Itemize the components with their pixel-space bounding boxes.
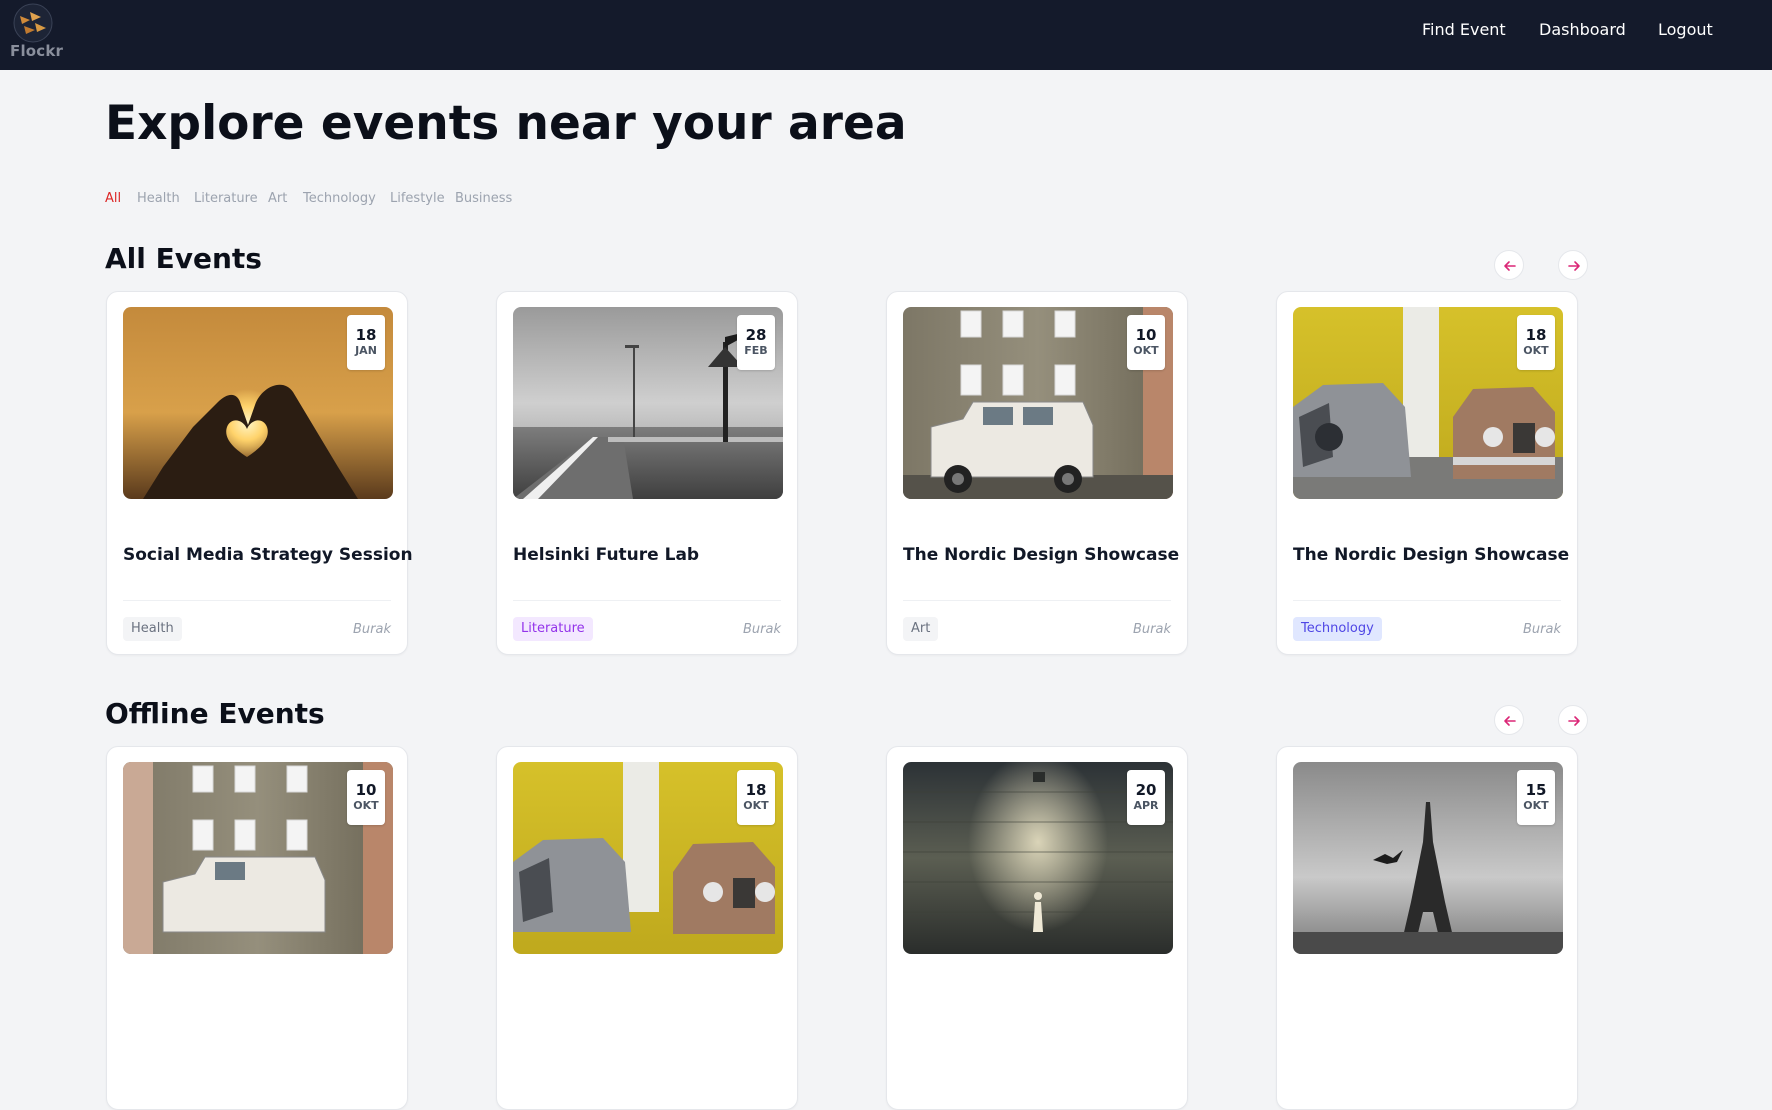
- event-tag: Technology: [1293, 617, 1382, 641]
- event-card[interactable]: 15 OKT: [1276, 746, 1578, 1110]
- nav-find-event[interactable]: Find Event: [1422, 20, 1506, 39]
- date-month: OKT: [353, 799, 379, 812]
- date-month: OKT: [1523, 799, 1549, 812]
- filter-all[interactable]: All: [105, 191, 121, 206]
- date-month: FEB: [744, 344, 768, 357]
- card-divider: [513, 600, 781, 601]
- date-day: 15: [1525, 781, 1547, 799]
- event-image: 18 JAN: [123, 307, 393, 499]
- event-card[interactable]: 18 OKT The Nordic Design Showcase Techno…: [1276, 291, 1578, 655]
- date-badge: 18 JAN: [347, 315, 385, 370]
- arrow-left-icon: [1504, 261, 1516, 271]
- filter-technology[interactable]: Technology: [303, 191, 376, 206]
- event-card[interactable]: 18 JAN Social Media Strategy Session Hea…: [106, 291, 413, 655]
- event-author: Burak: [1523, 622, 1561, 637]
- brand-name: Flockr: [10, 42, 64, 60]
- date-badge: 28 FEB: [737, 315, 775, 370]
- arrow-left-icon: [1504, 716, 1516, 726]
- date-badge: 18 OKT: [1517, 315, 1555, 370]
- date-badge: 15 OKT: [1517, 770, 1555, 825]
- date-month: APR: [1133, 799, 1159, 812]
- event-image: 20 APR: [903, 762, 1173, 954]
- nav-logout[interactable]: Logout: [1658, 20, 1713, 39]
- event-image: 15 OKT: [1293, 762, 1563, 954]
- event-image: 28 FEB: [513, 307, 783, 499]
- date-month: OKT: [1523, 344, 1549, 357]
- date-day: 10: [1135, 326, 1157, 344]
- event-card[interactable]: 20 APR: [886, 746, 1188, 1110]
- date-badge: 18 OKT: [737, 770, 775, 825]
- event-tag: Literature: [513, 617, 593, 641]
- date-day: 10: [355, 781, 377, 799]
- event-title: Social Media Strategy Session: [123, 545, 413, 565]
- event-tag: Health: [123, 617, 182, 641]
- event-author: Burak: [353, 622, 391, 637]
- filter-literature[interactable]: Literature: [194, 191, 258, 206]
- card-divider: [903, 600, 1171, 601]
- top-navbar: Flockr Find Event Dashboard Logout: [0, 0, 1772, 70]
- card-divider: [1293, 600, 1561, 601]
- date-badge: 10 OKT: [347, 770, 385, 825]
- filter-health[interactable]: Health: [137, 191, 180, 206]
- date-month: JAN: [355, 344, 377, 357]
- section-title-offline-events: Offline Events: [105, 697, 325, 730]
- event-title: The Nordic Design Showcase: [1293, 545, 1570, 565]
- filter-lifestyle[interactable]: Lifestyle: [390, 191, 445, 206]
- date-month: OKT: [743, 799, 769, 812]
- date-badge: 10 OKT: [1127, 315, 1165, 370]
- date-badge: 20 APR: [1127, 770, 1165, 825]
- event-image: 10 OKT: [903, 307, 1173, 499]
- section-title-all-events: All Events: [105, 242, 262, 275]
- all-events-next-button[interactable]: [1558, 250, 1588, 280]
- filter-business[interactable]: Business: [455, 191, 512, 206]
- card-divider: [123, 600, 391, 601]
- arrow-right-icon: [1568, 716, 1580, 726]
- date-day: 18: [355, 326, 377, 344]
- brand-logo[interactable]: Flockr: [8, 2, 64, 62]
- event-title: The Nordic Design Showcase: [903, 545, 1180, 565]
- date-month: OKT: [1133, 344, 1159, 357]
- all-events-prev-button[interactable]: [1494, 250, 1524, 280]
- event-card[interactable]: 18 OKT: [496, 746, 798, 1110]
- arrow-right-icon: [1568, 261, 1580, 271]
- page-title: Explore events near your area: [105, 96, 907, 151]
- event-card[interactable]: 10 OKT The Nordic Design Showcase Art Bu…: [886, 291, 1188, 655]
- nav-dashboard[interactable]: Dashboard: [1539, 20, 1626, 39]
- flockr-logo-icon: [13, 3, 53, 43]
- event-image: 18 OKT: [513, 762, 783, 954]
- event-author: Burak: [1133, 622, 1171, 637]
- event-tag: Art: [903, 617, 939, 641]
- offline-events-next-button[interactable]: [1558, 705, 1588, 735]
- date-day: 18: [745, 781, 767, 799]
- date-day: 18: [1525, 326, 1547, 344]
- date-day: 20: [1135, 781, 1157, 799]
- event-author: Burak: [743, 622, 781, 637]
- date-day: 28: [745, 326, 767, 344]
- event-title: Helsinki Future Lab: [513, 545, 700, 565]
- event-image: 10 OKT: [123, 762, 393, 954]
- offline-events-prev-button[interactable]: [1494, 705, 1524, 735]
- event-card[interactable]: 28 FEB Helsinki Future Lab Literature Bu…: [496, 291, 798, 655]
- filter-art[interactable]: Art: [268, 191, 287, 206]
- event-card[interactable]: 10 OKT: [106, 746, 408, 1110]
- event-image: 18 OKT: [1293, 307, 1563, 499]
